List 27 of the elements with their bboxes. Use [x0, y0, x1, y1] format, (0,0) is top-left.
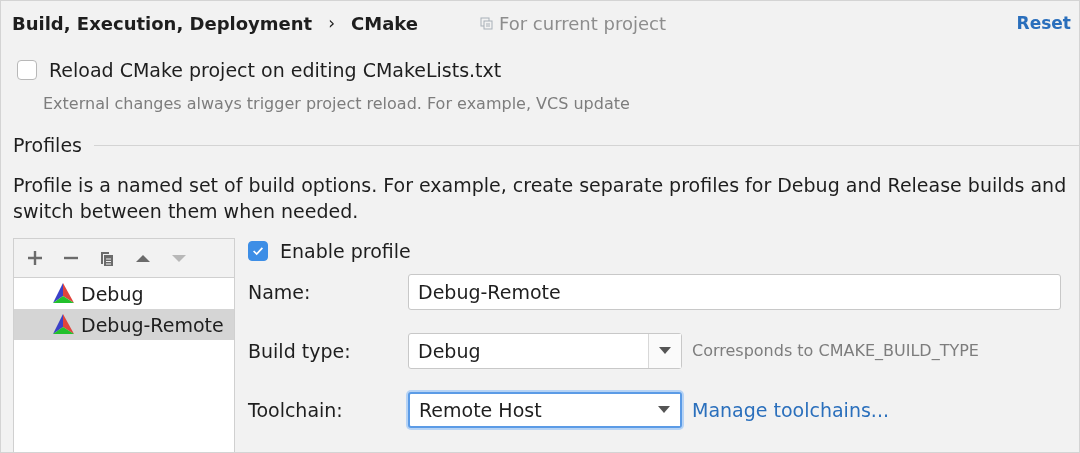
caret-icon: [658, 406, 670, 413]
breadcrumb-separator: ›: [328, 13, 336, 33]
field-label: Toolchain:: [248, 398, 344, 421]
checkbox-label: Reload CMake project on editing CMakeLists.txt: [49, 59, 502, 81]
triangle-icon: [52, 313, 75, 336]
scope-label: For current project: [499, 12, 666, 34]
field-label: Build type:: [248, 339, 352, 362]
name-field[interactable]: Debug-Remote: [408, 273, 1061, 310]
field-label: Name:: [248, 280, 312, 303]
copy-icon: [480, 16, 493, 30]
breadcrumb-item: CMake: [351, 12, 418, 34]
triangle-icon: [52, 282, 75, 305]
dropdown[interactable]: Remote Host: [408, 391, 682, 428]
profile-list-item[interactable]: Debug: [14, 278, 234, 309]
checkbox[interactable]: [248, 241, 268, 261]
description-text: Profile is a named set of build options. For example, create separate profiles for Debug and Release builds and switch between them when needed.: [13, 173, 1068, 224]
breadcrumb-item: Build, Execution, Deployment: [12, 12, 313, 34]
reset-link[interactable]: Reset: [1016, 13, 1071, 33]
note-text: Corresponds to CMAKE_BUILD_TYPE: [692, 341, 979, 360]
profile-list-item[interactable]: Debug-Remote: [14, 309, 234, 340]
caret-icon: [659, 347, 671, 354]
section-title: Profiles: [13, 134, 82, 156]
checkbox[interactable]: [17, 60, 37, 80]
manage-toolchains-link[interactable]: Manage toolchains...: [692, 398, 889, 421]
checkbox-label: Enable profile: [280, 240, 411, 262]
hint-text: External changes always trigger project reload. For example, VCS update: [43, 94, 631, 113]
dropdown[interactable]: Debug: [408, 332, 682, 369]
